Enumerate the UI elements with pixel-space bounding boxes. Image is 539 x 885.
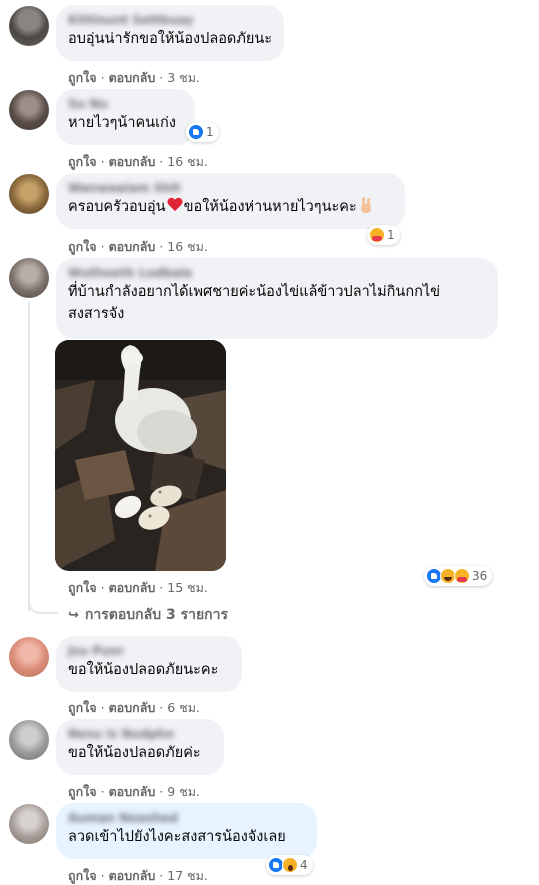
reply-link[interactable]: ตอบกลับ xyxy=(109,784,156,799)
wow-icon xyxy=(282,857,298,873)
like-icon xyxy=(188,124,204,140)
like-link[interactable]: ถูกใจ xyxy=(68,154,97,169)
like-link[interactable]: ถูกใจ xyxy=(68,239,97,254)
thread-connector xyxy=(28,598,58,614)
comment-actions: ถูกใจ · ตอบกลับ · 15 ชม. xyxy=(68,580,208,595)
comment-actions: ถูกใจ · ตอบกลับ · 9 ชม. xyxy=(68,784,200,799)
comment-text: หายไวๆน้าคนเก่ง xyxy=(68,115,176,131)
avatar[interactable] xyxy=(9,637,49,677)
comment-bubble: Kittinunt Settbuay อบอุ่นน่ารักขอให้น้อง… xyxy=(56,5,285,61)
reaction-count: 4 xyxy=(300,858,308,872)
avatar[interactable] xyxy=(9,90,49,130)
comment-author[interactable]: Kittinunt Settbuay xyxy=(68,12,272,28)
reply-arrow-icon: ↪ xyxy=(68,608,79,623)
reaction-summary[interactable]: 1 xyxy=(367,225,400,245)
comment-author[interactable]: Auman Noashed xyxy=(68,810,305,826)
reaction-summary[interactable]: 36 xyxy=(424,566,493,586)
comment-text: ครอบครัวอบอุ่น ขอให้น้องห่านหายไวๆนะคะ xyxy=(68,196,393,218)
comment-time[interactable]: 17 ชม. xyxy=(167,868,208,883)
victory-hand-icon xyxy=(359,197,373,213)
reaction-summary[interactable]: 4 xyxy=(266,855,313,875)
avatar[interactable] xyxy=(9,174,49,214)
comment-bubble: Jsu Punr ขอให้น้องปลอดภัยนะคะ xyxy=(56,636,242,692)
comment-text: ขอให้น้องปลอดภัยค่ะ xyxy=(68,745,201,761)
reaction-count: 1 xyxy=(387,228,395,242)
like-link[interactable]: ถูกใจ xyxy=(68,700,97,715)
like-link[interactable]: ถูกใจ xyxy=(68,580,97,595)
comment-bubble: Wanwaaiam Shit ครอบครัวอบอุ่น ขอให้น้องห่… xyxy=(56,173,405,229)
comment-text: ขอให้น้องปลอดภัยนะคะ xyxy=(68,662,219,678)
view-replies-link[interactable]: ↪ การตอบกลับ 3 รายการ xyxy=(68,604,228,626)
comment-text-part: ขอให้น้องห่านหายไวๆนะคะ xyxy=(183,199,357,215)
reply-link[interactable]: ตอบกลับ xyxy=(109,154,156,169)
goose-with-eggs-photo xyxy=(55,340,226,571)
comment-actions: ถูกใจ · ตอบกลับ · 16 ชม. xyxy=(68,239,208,254)
comment-text: ลวดเข้าไปยังไงคะสงสารน้องจังเลย xyxy=(68,829,286,845)
comment-actions: ถูกใจ · ตอบกลับ · 16 ชม. xyxy=(68,154,208,169)
comment-actions: ถูกใจ · ตอบกลับ · 6 ชม. xyxy=(68,700,200,715)
comment-author[interactable]: Jsu Punr xyxy=(68,643,230,659)
comment-time[interactable]: 6 ชม. xyxy=(167,700,200,715)
avatar[interactable] xyxy=(9,720,49,760)
avatar[interactable] xyxy=(9,6,49,46)
reply-link[interactable]: ตอบกลับ xyxy=(109,580,156,595)
reply-link[interactable]: ตอบกลับ xyxy=(109,700,156,715)
comment-time[interactable]: 16 ชม. xyxy=(167,239,208,254)
like-link[interactable]: ถูกใจ xyxy=(68,784,97,799)
comment-author[interactable]: Su Nu xyxy=(68,96,183,112)
reaction-count: 1 xyxy=(206,125,214,139)
comment-text-part: ครอบครัวอบอุ่น xyxy=(68,199,166,215)
comment-author[interactable]: Nesu is Nudphn xyxy=(68,726,212,742)
comment-bubble: Auman Noashed ลวดเข้าไปยังไงคะสงสารน้องจ… xyxy=(56,803,317,859)
like-link[interactable]: ถูกใจ xyxy=(68,70,97,85)
avatar[interactable] xyxy=(9,258,49,298)
comment-time[interactable]: 9 ชม. xyxy=(167,784,200,799)
reply-link[interactable]: ตอบกลับ xyxy=(109,868,156,883)
comment-author[interactable]: Wuthoeth Lodbala xyxy=(68,265,486,281)
like-link[interactable]: ถูกใจ xyxy=(68,868,97,883)
comment-time[interactable]: 16 ชม. xyxy=(167,154,208,169)
reply-link[interactable]: ตอบกลับ xyxy=(109,70,156,85)
reply-link[interactable]: ตอบกลับ xyxy=(109,239,156,254)
comment-actions: ถูกใจ · ตอบกลับ · 3 ชม. xyxy=(68,70,200,85)
care-icon xyxy=(369,227,385,243)
comment-text: ที่บ้านกำลังอยากได้เพศชายค่ะน้องไข่แล้ข้… xyxy=(68,284,441,322)
comment-photo[interactable] xyxy=(55,340,226,571)
comment-bubble: Su Nu หายไวๆน้าคนเก่ง xyxy=(56,89,195,145)
thread-line xyxy=(28,302,30,612)
comment-time[interactable]: 15 ชม. xyxy=(167,580,208,595)
avatar[interactable] xyxy=(9,804,49,844)
reaction-summary[interactable]: 1 xyxy=(186,122,219,142)
comment-actions: ถูกใจ · ตอบกลับ · 17 ชม. xyxy=(68,868,208,883)
view-replies-label: การตอบกลับ 3 รายการ xyxy=(84,607,229,623)
comment-author[interactable]: Wanwaaiam Shit xyxy=(68,180,393,196)
comment-bubble: Wuthoeth Lodbala ที่บ้านกำลังอยากได้เพศช… xyxy=(56,258,498,339)
comment-text: อบอุ่นน่ารักขอให้น้องปลอดภัยนะ xyxy=(68,31,273,47)
comment-bubble: Nesu is Nudphn ขอให้น้องปลอดภัยค่ะ xyxy=(56,719,224,775)
red-heart-icon xyxy=(167,198,183,212)
comment-time[interactable]: 3 ชม. xyxy=(167,70,200,85)
care-icon xyxy=(454,568,470,584)
reaction-count: 36 xyxy=(472,569,488,583)
